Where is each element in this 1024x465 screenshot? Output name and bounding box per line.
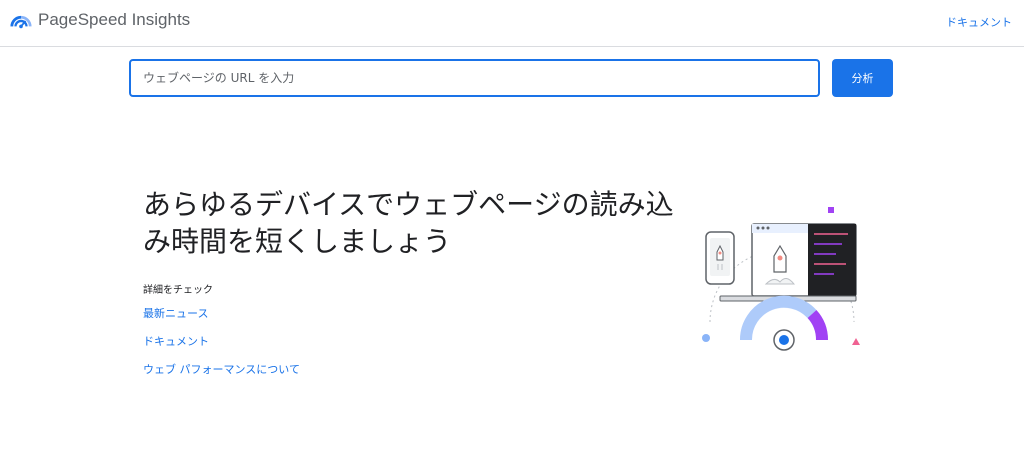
logo[interactable]: PageSpeed Insights (10, 9, 190, 31)
learn-more-heading: 詳細をチェック (143, 285, 213, 296)
latest-news-link[interactable]: 最新ニュース (143, 305, 208, 321)
web-performance-link[interactable]: ウェブ パフォーマンスについて (143, 361, 300, 377)
devices-speed-gauge-illustration (702, 207, 860, 351)
app-title: PageSpeed Insights (38, 10, 191, 29)
url-input[interactable] (131, 61, 818, 95)
header-documentation-link[interactable]: ドキュメント (946, 14, 1012, 30)
url-search-bar (129, 59, 820, 97)
top-header: PageSpeed Insights ドキュメント (0, 0, 1024, 47)
analyze-button[interactable]: 分析 (832, 59, 893, 97)
pagespeed-gauge-icon (10, 15, 32, 29)
documentation-link[interactable]: ドキュメント (143, 333, 209, 349)
hero-title: あらゆるデバイスでウェブページの読み込み時間を短くしましょう (143, 188, 674, 258)
